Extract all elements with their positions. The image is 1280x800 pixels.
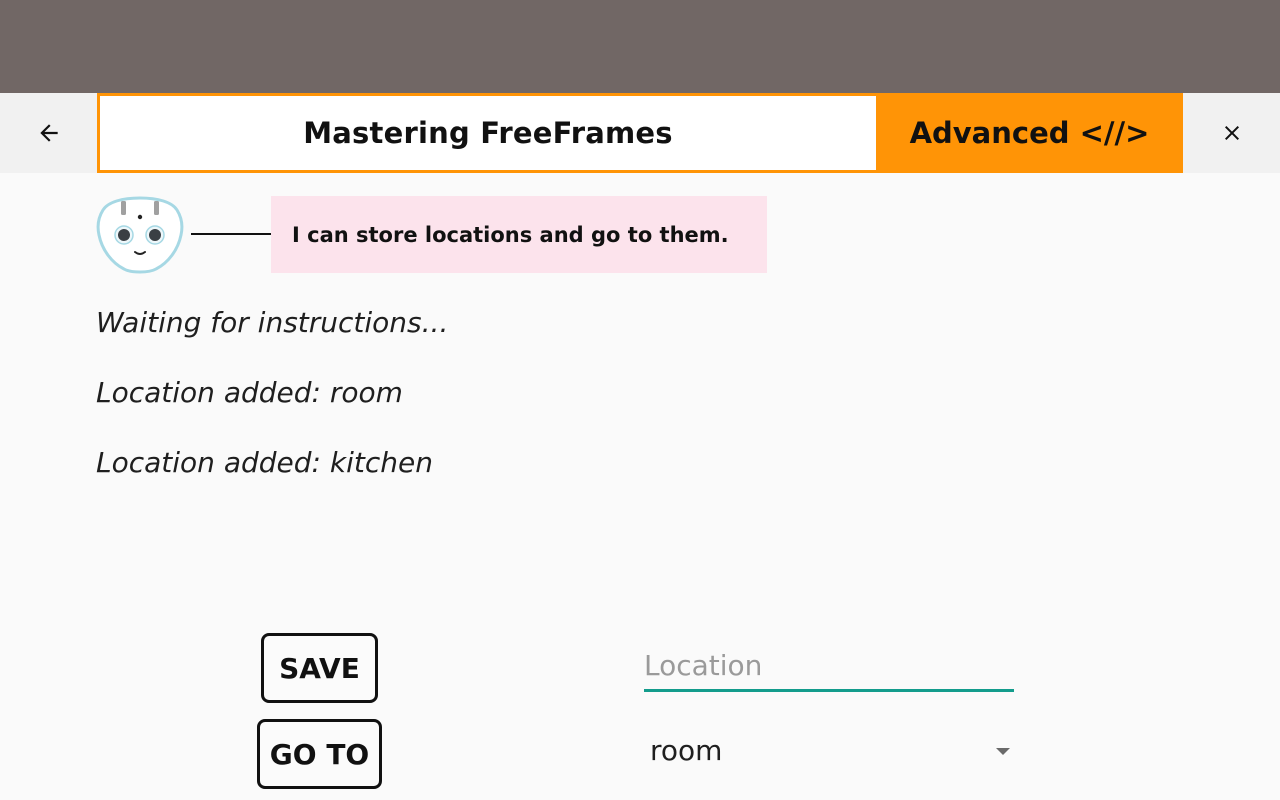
robot-speech-bubble: I can store locations and go to them.: [271, 196, 767, 273]
page-title-box: Mastering FreeFrames: [97, 93, 876, 173]
advanced-tab-label: Advanced <//>: [909, 116, 1150, 150]
dropdown-arrow-icon: [996, 748, 1010, 755]
log-line: Location added: room: [96, 376, 403, 409]
location-input[interactable]: [644, 646, 1014, 692]
close-icon: [1224, 126, 1239, 140]
location-select[interactable]: room: [644, 728, 1014, 780]
status-bar: [0, 0, 1280, 93]
robot-face-icon: [96, 194, 184, 276]
save-button-label: SAVE: [279, 651, 360, 685]
log-line: Location added: kitchen: [96, 446, 433, 479]
speech-connector-line: [191, 233, 271, 235]
log-line: Waiting for instructions...: [96, 306, 449, 339]
back-button[interactable]: [0, 93, 97, 173]
save-button[interactable]: SAVE: [261, 633, 378, 703]
go-to-button[interactable]: GO TO: [257, 719, 382, 789]
page-title: Mastering FreeFrames: [303, 116, 673, 150]
go-to-button-label: GO TO: [269, 737, 370, 771]
top-toolbar: Mastering FreeFrames Advanced <//>: [0, 93, 1280, 173]
advanced-tab[interactable]: Advanced <//>: [876, 93, 1183, 173]
arrow-left-icon: [39, 124, 58, 142]
robot-message: I can store locations and go to them.: [292, 222, 729, 247]
location-select-value: room: [650, 734, 723, 767]
close-button[interactable]: [1183, 93, 1280, 173]
